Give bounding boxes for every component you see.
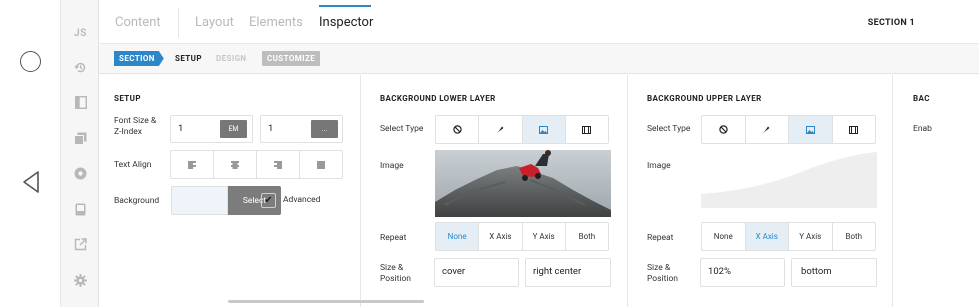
lower-layer-panel: BACKGROUND LOWER LAYER Select Type Image bbox=[361, 75, 628, 307]
upper-repeat-group: None X Axis Y Axis Both bbox=[701, 222, 876, 251]
setup-title: SETUP bbox=[114, 94, 141, 103]
upper-repeat-x[interactable]: X Axis bbox=[745, 223, 789, 250]
tool-sidebar: JS bbox=[60, 0, 99, 307]
align-center-button[interactable] bbox=[214, 151, 257, 178]
history-icon[interactable] bbox=[61, 55, 100, 79]
subtab-design[interactable]: DESIGN bbox=[211, 51, 251, 66]
z-index-value: 1 bbox=[268, 123, 274, 134]
lower-repeat-none[interactable]: None bbox=[436, 223, 480, 250]
settings-gear-icon[interactable] bbox=[61, 268, 100, 292]
tab-layout[interactable]: Layout bbox=[195, 15, 234, 30]
external-link-icon[interactable] bbox=[61, 232, 100, 256]
horizontal-scrollbar[interactable] bbox=[228, 300, 424, 303]
lower-repeat-both[interactable]: Both bbox=[566, 223, 608, 250]
image-type-icon[interactable] bbox=[789, 116, 833, 143]
background-image-preview[interactable] bbox=[435, 150, 611, 217]
upper-size-value: 102% bbox=[708, 266, 731, 277]
none-type-icon[interactable] bbox=[436, 116, 480, 143]
upper-layer-panel: BACKGROUND UPPER LAYER Select Type Image… bbox=[628, 75, 893, 307]
setup-panel: SETUP Font Size & Z-Index 1 EM 1 ... Tex… bbox=[99, 75, 361, 307]
upper-layer-title: BACKGROUND UPPER LAYER bbox=[647, 94, 762, 103]
upper-select-type-label: Select Type bbox=[647, 124, 691, 134]
record-circle-icon[interactable] bbox=[61, 161, 100, 185]
subtab-setup[interactable]: SETUP bbox=[170, 51, 207, 66]
z-index-unit-button[interactable]: ... bbox=[311, 120, 338, 138]
font-size-unit-button[interactable]: EM bbox=[220, 120, 247, 138]
partial-panel: BAC Enab bbox=[893, 75, 979, 307]
align-justify-button[interactable] bbox=[300, 151, 342, 178]
background-color-swatch[interactable] bbox=[171, 186, 228, 215]
screen: JS Content Layout Elements Inspector SEC… bbox=[0, 0, 979, 307]
upper-repeat-both[interactable]: Both bbox=[833, 223, 876, 250]
upper-type-group bbox=[701, 115, 876, 144]
text-align-label: Text Align bbox=[114, 160, 152, 170]
upper-position-value: bottom bbox=[801, 266, 832, 277]
active-tab-indicator bbox=[319, 5, 371, 7]
android-nav-bar bbox=[0, 0, 60, 307]
tab-inspector[interactable]: Inspector bbox=[319, 15, 373, 30]
upper-repeat-none[interactable]: None bbox=[702, 223, 746, 250]
subtab-customize[interactable]: CUSTOMIZE bbox=[262, 51, 321, 66]
color-type-icon[interactable] bbox=[746, 116, 789, 143]
align-left-button[interactable] bbox=[171, 151, 214, 178]
lower-select-type-label: Select Type bbox=[380, 124, 424, 134]
lower-size-label: Size & Position bbox=[380, 263, 411, 284]
none-type-icon[interactable] bbox=[702, 116, 746, 143]
upper-repeat-label: Repeat bbox=[647, 233, 674, 243]
upper-image-preview[interactable] bbox=[701, 150, 877, 208]
partial-panel-title: BAC bbox=[913, 94, 930, 103]
advanced-label: Advanced bbox=[283, 195, 321, 205]
video-type-icon[interactable] bbox=[566, 116, 608, 143]
lower-layer-title: BACKGROUND LOWER LAYER bbox=[380, 94, 496, 103]
lower-image-label: Image bbox=[380, 161, 404, 171]
layout-panel-icon[interactable] bbox=[61, 90, 100, 114]
video-type-icon[interactable] bbox=[833, 116, 876, 143]
font-size-value: 1 bbox=[178, 123, 184, 134]
tab-content[interactable]: Content bbox=[115, 15, 161, 30]
lower-repeat-y[interactable]: Y Axis bbox=[523, 223, 566, 250]
background-label: Background bbox=[114, 196, 160, 206]
lower-repeat-x[interactable]: X Axis bbox=[479, 223, 523, 250]
lower-size-value: cover bbox=[442, 266, 466, 277]
section-name: SECTION 1 bbox=[867, 18, 915, 28]
upper-image-label: Image bbox=[647, 161, 671, 171]
lower-repeat-group: None X Axis Y Axis Both bbox=[435, 222, 609, 251]
home-circle-icon[interactable] bbox=[20, 51, 41, 72]
tab-elements[interactable]: Elements bbox=[249, 15, 303, 30]
font-size-label: Font Size & Z-Index bbox=[114, 116, 157, 137]
advanced-checkbox[interactable]: ✔ bbox=[261, 193, 276, 208]
tab-divider bbox=[178, 8, 179, 38]
js-icon[interactable]: JS bbox=[61, 21, 100, 45]
back-triangle-icon[interactable] bbox=[21, 170, 41, 194]
partial-enable-label: Enab bbox=[913, 124, 932, 134]
lower-type-group bbox=[435, 115, 609, 144]
text-align-group bbox=[170, 150, 343, 179]
color-type-icon[interactable] bbox=[479, 116, 523, 143]
align-right-button[interactable] bbox=[257, 151, 300, 178]
copy-icon[interactable] bbox=[61, 126, 100, 150]
top-tab-bar: Content Layout Elements Inspector SECTIO… bbox=[99, 0, 979, 44]
upper-size-label: Size & Position bbox=[647, 263, 678, 284]
sub-tab-bar: SECTION SETUP DESIGN CUSTOMIZE bbox=[99, 44, 979, 74]
lower-position-value: right center bbox=[533, 266, 582, 277]
device-icon[interactable] bbox=[61, 197, 100, 221]
lower-repeat-label: Repeat bbox=[380, 233, 407, 243]
image-type-icon[interactable] bbox=[522, 116, 566, 143]
upper-repeat-y[interactable]: Y Axis bbox=[789, 223, 833, 250]
breadcrumb-section[interactable]: SECTION bbox=[114, 51, 164, 66]
